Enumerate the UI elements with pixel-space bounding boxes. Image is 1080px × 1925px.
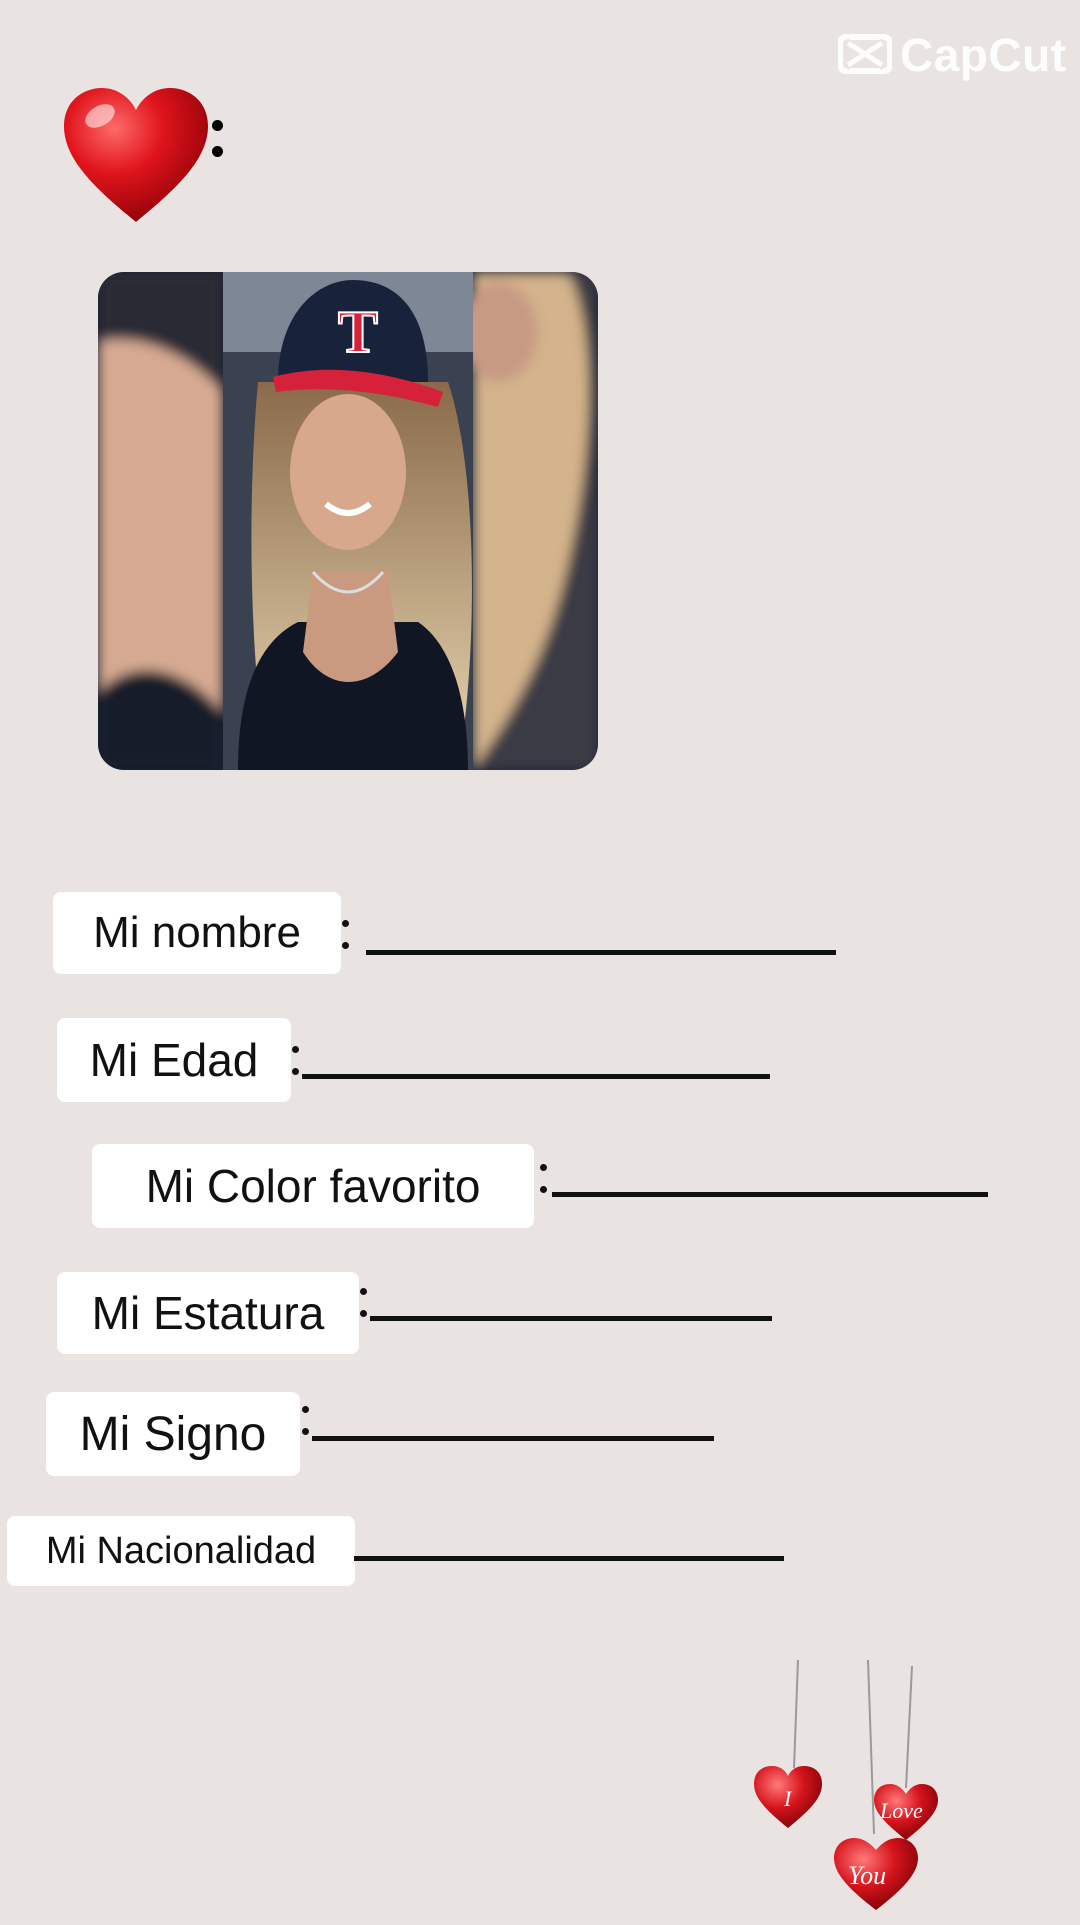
label-mi-nombre: Mi nombre bbox=[53, 892, 341, 974]
word-love: Love bbox=[879, 1798, 923, 1823]
answer-line-mi-signo[interactable] bbox=[312, 1436, 714, 1441]
colon-mi-color-favorito bbox=[540, 1164, 548, 1198]
answer-line-mi-nombre[interactable] bbox=[366, 950, 836, 955]
colon-mi-edad bbox=[292, 1046, 300, 1080]
colon-mi-nombre bbox=[342, 920, 350, 954]
word-you: You bbox=[848, 1861, 886, 1890]
label-mi-edad: Mi Edad bbox=[57, 1018, 291, 1102]
red-heart-icon bbox=[62, 86, 210, 231]
capcut-watermark: CapCut bbox=[837, 28, 1067, 82]
label-mi-nacionalidad: Mi Nacionalidad bbox=[7, 1516, 355, 1586]
colon-mi-estatura bbox=[360, 1288, 368, 1322]
answer-line-mi-color-favorito[interactable] bbox=[552, 1192, 988, 1197]
label-mi-estatura: Mi Estatura bbox=[57, 1272, 359, 1354]
label-mi-signo: Mi Signo bbox=[46, 1392, 300, 1476]
answer-line-mi-nacionalidad[interactable] bbox=[354, 1556, 784, 1561]
answer-line-mi-edad[interactable] bbox=[302, 1074, 770, 1079]
hanging-hearts-icon: I Love You bbox=[740, 1659, 960, 1920]
svg-text:T: T bbox=[338, 299, 378, 365]
heart-colon bbox=[212, 108, 226, 168]
profile-photo: T bbox=[98, 272, 598, 770]
colon-mi-signo bbox=[302, 1406, 310, 1440]
capcut-logo-icon bbox=[837, 31, 893, 80]
label-mi-color-favorito: Mi Color favorito bbox=[92, 1144, 534, 1228]
watermark-text: CapCut bbox=[900, 29, 1067, 81]
answer-line-mi-estatura[interactable] bbox=[370, 1316, 772, 1321]
